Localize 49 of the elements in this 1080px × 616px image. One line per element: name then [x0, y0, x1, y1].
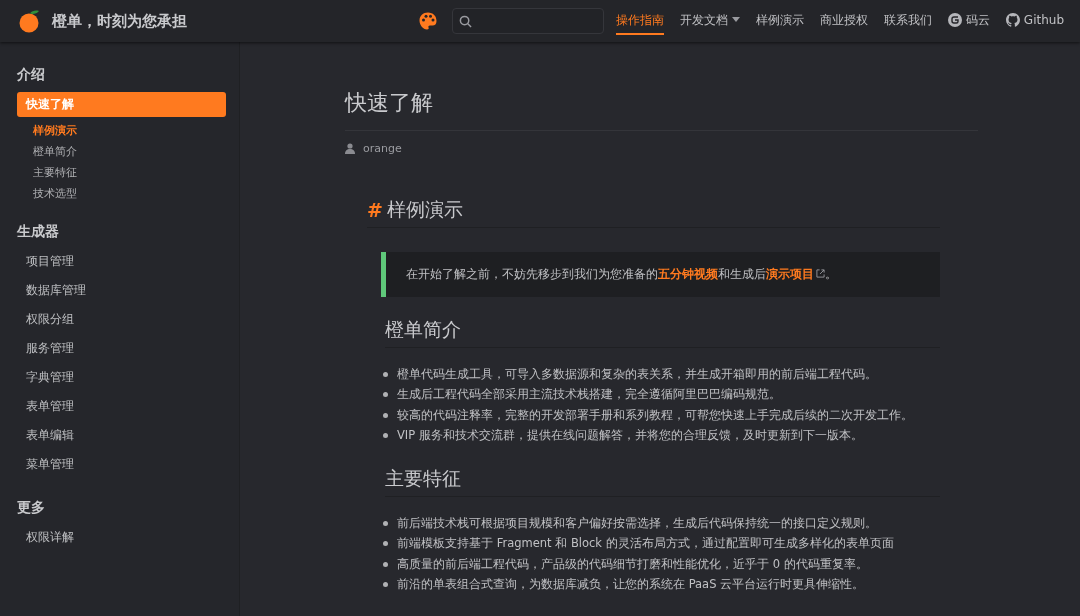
- sidebar-item[interactable]: 服务管理: [17, 336, 226, 361]
- bullet-text: 较高的代码注释率，完整的开发部署手册和系列教程，可帮您快速上手完成后续的二次开发工作。: [397, 407, 913, 423]
- sidebar-subitem[interactable]: 橙单简介: [17, 142, 226, 162]
- section-heading: 橙单简介: [385, 317, 461, 342]
- sidebar-subitem[interactable]: 样例演示: [17, 121, 226, 141]
- demo-link[interactable]: 演示项目: [766, 267, 825, 281]
- anchor-link[interactable]: #: [367, 199, 383, 221]
- section-heading: 样例演示: [386, 197, 463, 222]
- nav-link[interactable]: 商业授权: [819, 7, 868, 35]
- sidebar-subitem[interactable]: 主要特征: [17, 163, 226, 183]
- author-name: orange: [363, 142, 402, 155]
- bullet-text: 前沿的单表组合式查询，为数据库减负，让您的系统在 PaaS 云平台运行时更具伸缩性。: [397, 577, 865, 593]
- palette-icon[interactable]: [417, 11, 438, 31]
- nav-link[interactable]: 样例演示: [755, 7, 804, 35]
- bullet-text: 高质量的前后端工程代码，产品级的代码细节打磨和性能优化，近乎于 0 的代码重复率。: [397, 556, 868, 572]
- sidebar-item[interactable]: 数据库管理: [17, 278, 226, 303]
- sidebar-subitem[interactable]: 技术选型: [17, 184, 226, 204]
- bullet-text: 生成后工程代码全部采用主流技术栈搭建，完全遵循阿里巴巴编码规范。: [397, 387, 781, 403]
- external-link-icon: [816, 269, 825, 278]
- sidebar-item[interactable]: 表单管理: [17, 394, 226, 419]
- user-icon: [345, 143, 355, 154]
- nav-link[interactable]: 联系我们: [883, 7, 932, 35]
- nav-link[interactable]: Github: [1005, 7, 1064, 35]
- nav-link[interactable]: 开发文档: [679, 7, 740, 35]
- bullet-text: VIP 服务和技术交流群，提供在线问题解答，并将您的合理反馈，及时更新到下一版本。: [397, 428, 863, 444]
- sidebar-heading: 生成器: [17, 223, 60, 241]
- sidebar-item[interactable]: 项目管理: [17, 249, 226, 274]
- sidebar-item[interactable]: 表单编辑: [17, 423, 226, 448]
- bullet-text: 前后端技术栈可根据项目规模和客户偏好按需选择，生成后代码保持统一的接口定义规则。: [397, 515, 877, 531]
- sidebar-item[interactable]: 权限分组: [17, 307, 226, 332]
- github-icon: [1005, 13, 1020, 27]
- gitee-icon: [947, 13, 962, 27]
- nav-link[interactable]: 操作指南: [615, 7, 664, 35]
- bullet-text: 橙单代码生成工具，可导入多数据源和复杂的表关系，并生成开箱即用的前后端工程代码。: [397, 366, 877, 382]
- sidebar-item[interactable]: 权限详解: [17, 525, 226, 550]
- sidebar-item[interactable]: 菜单管理: [17, 452, 226, 477]
- video-link[interactable]: 五分钟视频: [658, 267, 718, 281]
- section-heading: 主要特征: [385, 466, 461, 491]
- nav-link[interactable]: 码云: [947, 7, 990, 35]
- search-icon: [458, 14, 472, 28]
- search-field[interactable]: [451, 8, 604, 34]
- page-title: 快速了解: [345, 88, 978, 131]
- caret-icon: [731, 17, 740, 23]
- sidebar-heading: 更多: [17, 499, 46, 517]
- bullet-text: 前端模板支持基于 Fragment 和 Block 的灵活布局方式，通过配置即可生成多样化的表单页面: [397, 536, 894, 552]
- site-title: 橙单，时刻为您承担: [52, 11, 187, 31]
- callout-text: 在开始了解之前，不妨先移步到我们为您准备的五分钟视频和生成后演示项目 。: [406, 266, 838, 283]
- sidebar-item[interactable]: 字典管理: [17, 365, 226, 390]
- sidebar-heading: 介绍: [17, 66, 46, 84]
